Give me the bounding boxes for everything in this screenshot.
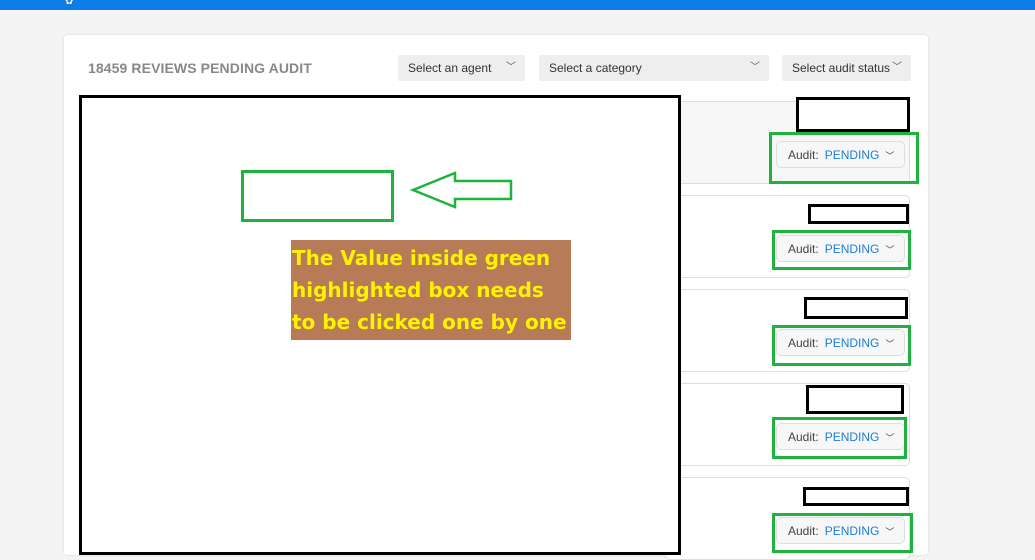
highlight-box — [772, 417, 907, 459]
category-select-label: Select a category — [549, 61, 642, 75]
annotation-note: The Value inside green highlighted box n… — [291, 240, 571, 340]
page-title: 18459 REVIEWS PENDING AUDIT — [88, 60, 312, 76]
redaction-box — [804, 297, 908, 319]
chevron-down-icon: ﹀ — [506, 62, 516, 73]
redaction-box — [806, 385, 904, 414]
audit-status-select-label: Select audit status — [792, 61, 891, 75]
highlight-box — [772, 513, 913, 553]
chevron-down-icon: ﹀ — [750, 62, 760, 73]
logo-icon: ✿ — [65, 0, 74, 7]
agent-select[interactable]: Select an agent ﹀ — [398, 55, 525, 81]
highlight-box — [772, 230, 911, 270]
redaction-box — [796, 97, 910, 132]
agent-select-label: Select an agent — [408, 61, 492, 75]
highlight-box — [769, 132, 919, 184]
audit-status-select[interactable]: Select audit status ﹀ — [782, 55, 911, 81]
redaction-box — [803, 487, 909, 506]
arrow-left-icon — [410, 171, 513, 209]
top-bar: ✿ — [0, 0, 1035, 10]
legend-highlight-box — [241, 170, 394, 222]
category-select[interactable]: Select a category ﹀ — [539, 55, 769, 81]
redaction-box — [808, 204, 909, 224]
highlight-box — [772, 325, 911, 366]
chevron-down-icon: ﹀ — [892, 62, 902, 73]
